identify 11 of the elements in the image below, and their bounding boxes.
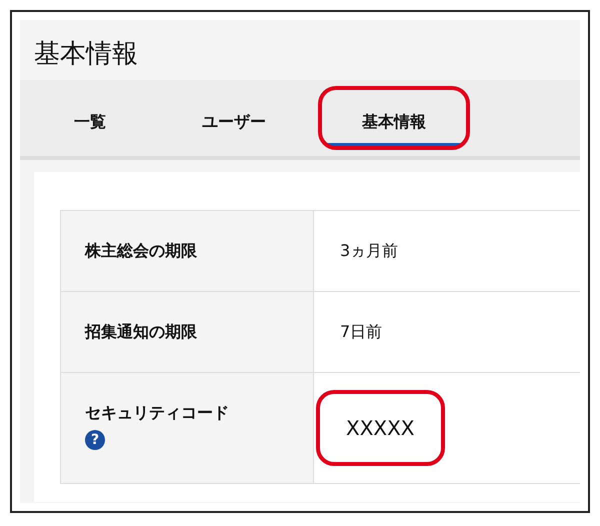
tab[interactable]: 一覧 <box>52 86 150 150</box>
field-label: セキュリティコード <box>85 403 230 424</box>
page-title: 基本情報 <box>33 38 139 71</box>
field-value: XXXXX <box>316 390 445 466</box>
field-value: 3ヵ月前 <box>340 240 398 262</box>
tab[interactable]: ユーザー <box>158 86 310 150</box>
tab[interactable]: 基本情報 <box>318 86 470 150</box>
field-label: 株主総会の期限 <box>85 240 198 262</box>
field-value: 7日前 <box>340 322 382 342</box>
help-icon[interactable]: ? <box>85 430 105 450</box>
field-label: 招集通知の期限 <box>85 322 198 342</box>
